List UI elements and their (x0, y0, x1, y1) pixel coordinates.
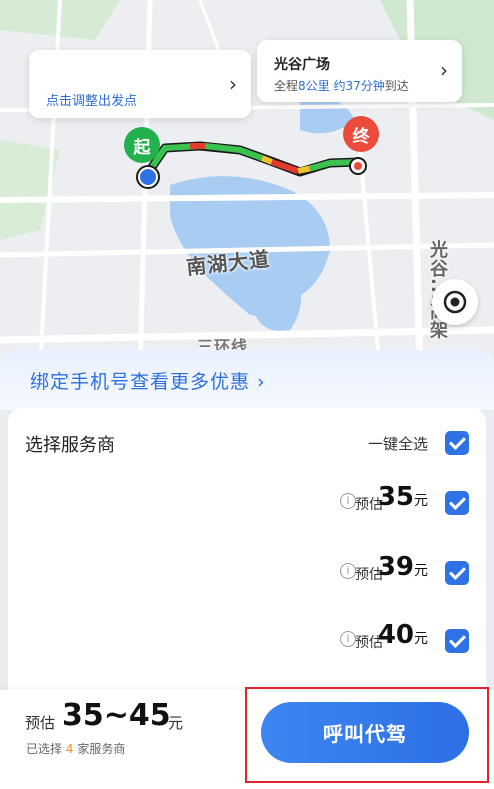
provider-checkbox[interactable] (445, 491, 469, 515)
estimate-price: 35元 (378, 482, 428, 512)
price-range: 35~45 (62, 698, 171, 733)
adjust-start-card[interactable]: 点击调整出发点 › (29, 50, 251, 118)
provider-panel: 选择服务商 一键全选 i 预估 35元 i 预估 39元 i 预估 40元 (8, 408, 486, 708)
price-value: 39 (377, 552, 414, 582)
provider-title: 选择服务商 (25, 435, 115, 456)
highlight-box (245, 687, 489, 783)
start-pin: 起 (124, 127, 160, 163)
info-icon[interactable]: i (340, 631, 356, 647)
distance-prefix: 全程 (274, 79, 299, 93)
select-all-label[interactable]: 一键全选 (368, 433, 428, 454)
info-icon[interactable]: i (340, 563, 356, 579)
adjust-start-text: 点击调整出发点 (46, 94, 138, 109)
end-pin: 终 (343, 116, 379, 152)
estimate-price: 40元 (378, 620, 428, 650)
end-pin-label: 终 (352, 126, 370, 147)
selected-suffix: 家服务商 (77, 742, 126, 756)
target-icon (443, 290, 467, 314)
selected-prefix: 已选择 (26, 742, 63, 756)
provider-row[interactable]: i 预估 35元 (8, 470, 486, 536)
start-pin-label: 起 (133, 137, 151, 158)
price-unit: 元 (168, 714, 184, 732)
distance-value: 8公里 (298, 79, 330, 93)
destination-name: 光谷广场 (274, 57, 330, 73)
chevron-right-icon: › (229, 72, 237, 96)
promo-text: 绑定手机号查看更多优惠 › (30, 371, 266, 393)
map-view[interactable]: 南湖大道 三环线 光谷...高架 起 终 点击调整出发点 › 光谷广场 全程8公… (0, 0, 494, 372)
total-estimate-label: 预估 (25, 714, 56, 732)
selected-summary: 已选择 4 家服务商 (26, 740, 125, 757)
price-unit: 元 (414, 563, 428, 579)
provider-checkbox[interactable] (445, 629, 469, 653)
select-all-checkbox[interactable] (445, 431, 469, 455)
locate-button[interactable] (432, 279, 478, 325)
destination-card[interactable]: 光谷广场 全程8公里 约37分钟到达 › (257, 40, 462, 102)
price-value: 35 (377, 482, 414, 512)
chevron-right-icon: › (440, 58, 448, 82)
time-value: 约37分钟 (333, 79, 385, 93)
selected-count: 4 (65, 742, 74, 756)
provider-row[interactable]: i 预估 39元 (8, 540, 486, 606)
provider-checkbox[interactable] (445, 561, 469, 585)
price-unit: 元 (414, 631, 428, 647)
provider-header: 选择服务商 一键全选 (8, 408, 486, 474)
estimate-price: 39元 (378, 552, 428, 582)
provider-row[interactable]: i 预估 40元 (8, 608, 486, 674)
route-info: 全程8公里 约37分钟到达 (274, 77, 409, 94)
price-value: 40 (377, 620, 414, 650)
price-unit: 元 (414, 493, 428, 509)
info-icon[interactable]: i (340, 493, 356, 509)
time-suffix: 到达 (384, 79, 409, 93)
promo-banner[interactable]: 绑定手机号查看更多优惠 › (0, 350, 494, 410)
